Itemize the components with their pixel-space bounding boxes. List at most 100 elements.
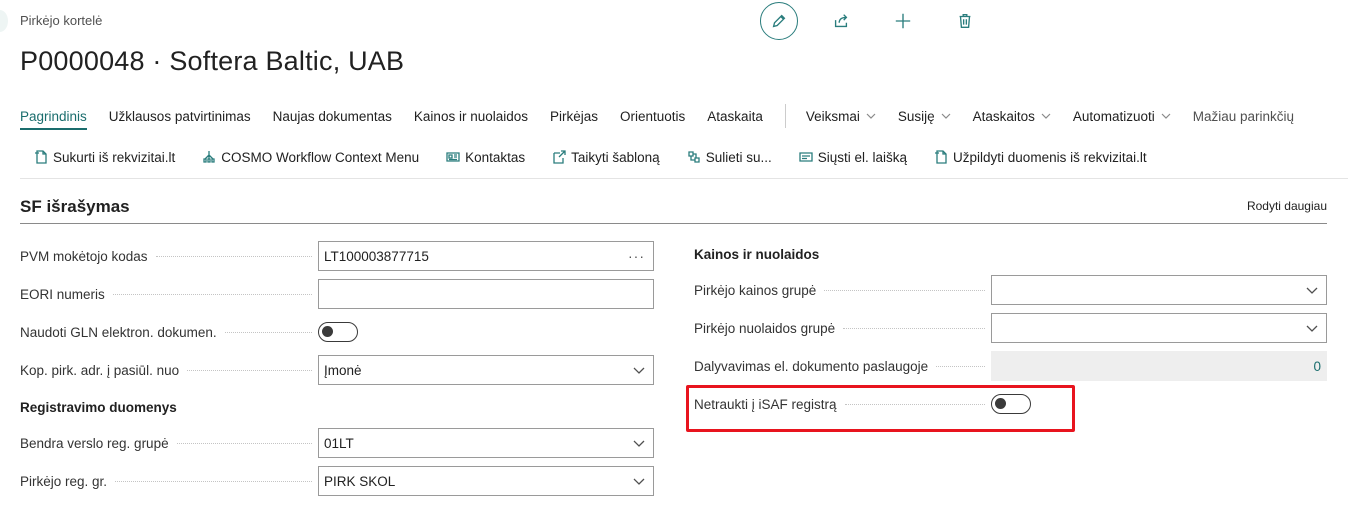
section-divider [20, 223, 1327, 224]
edit-button[interactable] [760, 2, 798, 40]
merge-icon [688, 151, 700, 163]
nav-menu-label: Susiję [897, 108, 935, 124]
fewer-options-button[interactable]: Mažiau parinkčių [1193, 109, 1294, 124]
chevron-down-icon [633, 478, 645, 485]
contact-card-icon [446, 152, 460, 162]
vat-registration-input[interactable]: LT100003877715 ··· [318, 241, 654, 271]
field-customer-posting: Pirkėjo reg. gr. PIRK SKOL [20, 466, 654, 496]
action-bar [760, 2, 984, 40]
nav-menu-label: Ataskaitos [972, 108, 1035, 124]
nav-menu-label: Automatizuoti [1072, 108, 1155, 124]
nav-tab-home[interactable]: Pagrindinis [20, 109, 87, 130]
eori-input[interactable] [318, 279, 654, 309]
document-fill-icon [935, 150, 947, 164]
nav-menu-automate[interactable]: Automatizuoti [1073, 109, 1171, 124]
nav-tab-request-approval[interactable]: Užklausos patvirtinimas [109, 109, 251, 124]
toolbar-divider [20, 178, 1348, 179]
action-nav: Pagrindinis Užklausos patvirtinimas Nauj… [20, 104, 1316, 130]
field-vat-registration: PVM mokėtojo kodas LT100003877715 ··· [20, 241, 654, 271]
gen-bus-posting-select[interactable]: 01LT [318, 428, 654, 458]
send-email-button[interactable]: Siųsti el. laišką [799, 150, 907, 165]
field-use-gln: Naudoti GLN elektron. dokumen. [20, 317, 654, 347]
fill-from-rekvizitai-button[interactable]: Užpildyti duomenis iš rekvizitai.lt [934, 150, 1147, 165]
show-more-link[interactable]: Rodyti daugiau [1247, 199, 1327, 213]
nav-divider [784, 104, 786, 128]
field-price-group: Pirkėjo kainos grupė [694, 275, 1327, 305]
nav-tab-report[interactable]: Ataskaita [707, 109, 763, 124]
merge-button[interactable]: Sulieti su... [687, 150, 772, 165]
highlight-box [686, 385, 1075, 432]
chevron-down-icon [1041, 113, 1051, 119]
new-button[interactable] [884, 2, 922, 40]
chevron-down-icon [941, 113, 951, 119]
field-value: PIRK SKOL [324, 473, 396, 489]
field-label: Pirkėjo kainos grupė [694, 282, 817, 298]
toolbar-label: Sulieti su... [705, 149, 772, 165]
apply-template-button[interactable]: Taikyti šabloną [552, 150, 660, 165]
nav-tab-new-document[interactable]: Naujas dokumentas [273, 109, 392, 124]
price-group-select[interactable] [991, 275, 1327, 305]
field-gen-bus-posting: Bendra verslo reg. grupė 01LT [20, 428, 654, 458]
delete-button[interactable] [946, 2, 984, 40]
share-icon [834, 14, 848, 28]
chevron-down-icon [633, 440, 645, 447]
toolbar-label: Taikyti šabloną [571, 149, 660, 165]
nav-tab-customer[interactable]: Pirkėjas [550, 109, 598, 124]
contact-button[interactable]: Kontaktas [446, 150, 525, 165]
nav-menu-label: Veiksmai [805, 108, 860, 124]
field-eori: EORI numeris [20, 279, 654, 309]
cosmo-workflow-button[interactable]: COSMO Workflow Context Menu [202, 150, 419, 165]
field-label: Pirkėjo reg. gr. [20, 473, 108, 489]
discount-group-select[interactable] [991, 313, 1327, 343]
field-value: LT100003877715 [324, 248, 429, 264]
field-value: Įmonė [324, 362, 362, 378]
document-new-icon [35, 150, 47, 164]
page-title: P0000048 · Softera Baltic, UAB [20, 46, 405, 76]
field-e-document: Dalyvavimas el. dokumento paslaugoje 0 [694, 351, 1327, 381]
field-copy-address: Kop. pirk. adr. į pasiūl. nuo Įmonė [20, 355, 654, 385]
lookup-ellipsis-icon[interactable]: ··· [628, 248, 645, 264]
email-icon [799, 152, 813, 162]
e-document-value[interactable]: 0 [991, 351, 1327, 381]
chevron-down-icon [1161, 113, 1171, 119]
share-button[interactable] [822, 2, 860, 40]
plus-icon [895, 13, 911, 29]
use-gln-toggle[interactable] [318, 322, 358, 342]
section-title: SF išrašymas [20, 197, 130, 216]
group-heading-prices: Kainos ir nuolaidos [694, 247, 820, 262]
customer-posting-select[interactable]: PIRK SKOL [318, 466, 654, 496]
field-label: PVM mokėtojo kodas [20, 248, 148, 264]
field-value: 0 [1313, 358, 1321, 374]
trash-icon [959, 14, 971, 28]
nav-menu-related[interactable]: Susiję [898, 109, 951, 124]
copy-address-select[interactable]: Įmonė [318, 355, 654, 385]
chevron-down-icon [633, 367, 645, 374]
nav-menu-reports[interactable]: Ataskaitos [973, 109, 1051, 124]
field-label: Pirkėjo nuolaidos grupė [694, 320, 836, 336]
nav-menu-actions[interactable]: Veiksmai [806, 109, 876, 124]
toolbar-label: Užpildyti duomenis iš rekvizitai.lt [953, 149, 1147, 165]
chevron-down-icon [866, 113, 876, 119]
chevron-down-icon [1306, 287, 1318, 294]
group-heading-posting: Registravimo duomenys [20, 400, 177, 415]
nav-tab-navigate[interactable]: Orientuotis [620, 109, 685, 124]
nav-tab-prices-discounts[interactable]: Kainos ir nuolaidos [414, 109, 528, 124]
field-label: Bendra verslo reg. grupė [20, 435, 169, 451]
toolbar-label: COSMO Workflow Context Menu [221, 149, 420, 165]
promoted-toolbar: Sukurti iš rekvizitai.lt COSMO Workflow … [34, 147, 1174, 167]
field-value: 01LT [324, 435, 354, 451]
field-discount-group: Pirkėjo nuolaidos grupė [694, 313, 1327, 343]
workflow-icon [203, 151, 215, 163]
toolbar-label: Kontaktas [465, 149, 526, 165]
field-label: EORI numeris [20, 286, 105, 302]
field-label: Naudoti GLN elektron. dokumen. [20, 324, 217, 340]
field-label: Kop. pirk. adr. į pasiūl. nuo [20, 362, 180, 378]
breadcrumb: Pirkėjo kortelė [20, 13, 103, 28]
toolbar-label: Sukurti iš rekvizitai.lt [53, 149, 176, 165]
pencil-icon [772, 14, 786, 28]
chevron-down-icon [1306, 325, 1318, 332]
create-from-rekvizitai-button[interactable]: Sukurti iš rekvizitai.lt [34, 150, 175, 165]
field-label: Dalyvavimas el. dokumento paslaugoje [694, 358, 929, 374]
apply-template-icon [553, 150, 566, 164]
corner-decoration [0, 10, 8, 32]
